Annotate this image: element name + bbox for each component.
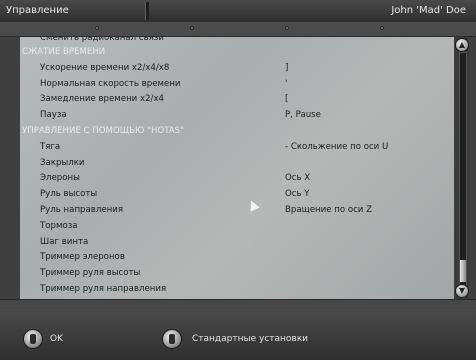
control-binding[interactable]: [ [285,94,288,104]
control-name: Шаг винта [40,236,89,247]
control-name: Замедление времени x2/x4 [40,94,165,105]
ok-button-icon[interactable] [24,330,42,348]
rivet-icon [380,26,384,30]
control-row[interactable]: Триммер руля направления [20,281,454,297]
control-row[interactable]: Тормоза [20,218,454,234]
control-name: Тормоза [40,220,78,231]
control-name: Тяга [40,141,61,152]
section-header: СЖАТИЕ ВРЕМЕНИ [20,44,454,60]
control-binding[interactable]: ' [285,79,287,89]
control-binding[interactable]: P, Pause [285,110,321,120]
control-row[interactable]: Триммер руля высоты [20,265,454,281]
control-row[interactable]: Пауза P, Pause [20,107,454,123]
control-name: Ускорение времени x2/x4/x8 [40,62,170,73]
control-name: Руль высоты [40,189,98,200]
controls-list: Сменить радиоканал связи СЖАТИЕ ВРЕМЕНИ Ус… [20,37,454,297]
top-frame [0,22,476,37]
control-name: Пауза [40,110,67,121]
control-row[interactable]: Шаг винта [20,234,454,250]
bottom-frame [0,299,476,309]
control-row[interactable]: Элероны Ось X [20,170,454,186]
user-name: John 'Mad' Doe [391,5,466,16]
control-name: Триммер руля направления [40,283,167,294]
scroll-thumb[interactable] [460,260,466,282]
control-name: Руль направления [40,204,124,215]
rivet-icon [95,26,99,30]
rivet-icon [285,26,289,30]
control-row[interactable]: Закрылки [20,155,454,171]
controls-list-panel: Сменить радиоканал связи СЖАТИЕ ВРЕМЕНИ Ус… [20,37,454,299]
control-row[interactable]: Нормальная скорость времени ' [20,76,454,92]
scrollbar[interactable]: ▲ ▼ [455,37,469,299]
control-binding[interactable]: - Скольжение по оси U [285,142,388,152]
control-binding[interactable]: Ось Y [285,189,310,199]
control-name: Нормальная скорость времени [40,78,181,89]
window-title: Управление [6,5,69,16]
title-separator [145,2,149,20]
scroll-track[interactable] [459,52,467,286]
section-header: УПРАВЛЕНИЕ С ПОМОЩЬЮ "HOTAS" [20,123,454,139]
section-title: УПРАВЛЕНИЕ С ПОМОЩЬЮ "HOTAS" [22,125,185,136]
title-bar: Управление John 'Mad' Doe [0,0,476,23]
control-row[interactable]: Триммер элеронов [20,249,454,265]
control-name: Элероны [40,173,80,184]
defaults-button[interactable]: Стандартные установки [192,334,308,344]
control-row[interactable]: Руль направления Вращение по оси Z [20,202,454,218]
control-row[interactable]: Тяга - Скольжение по оси U [20,139,454,155]
control-row[interactable]: Руль высоты Ось Y [20,186,454,202]
control-row[interactable]: Ускорение времени x2/x4/x8] [20,60,454,76]
arrow-down-icon[interactable]: ▼ [456,285,468,297]
control-name: Триммер руля высоты [40,268,141,279]
control-name: Сменить радиоканал связи [40,37,164,43]
arrow-up-icon[interactable]: ▲ [456,39,468,51]
control-binding[interactable]: Вращение по оси Z [285,205,372,215]
control-name: Триммер элеронов [40,252,125,263]
rivet-icon [190,26,194,30]
ok-button[interactable]: OK [50,334,63,344]
control-row[interactable]: Замедление времени x2/x4 [ [20,91,454,107]
defaults-button-icon[interactable] [163,330,181,348]
control-name: Закрылки [40,157,85,168]
section-title: СЖАТИЕ ВРЕМЕНИ [22,47,106,57]
control-binding[interactable]: Ось X [285,173,310,183]
control-binding[interactable]: ] [285,63,288,73]
control-row[interactable]: Сменить радиоканал связи [20,37,454,44]
